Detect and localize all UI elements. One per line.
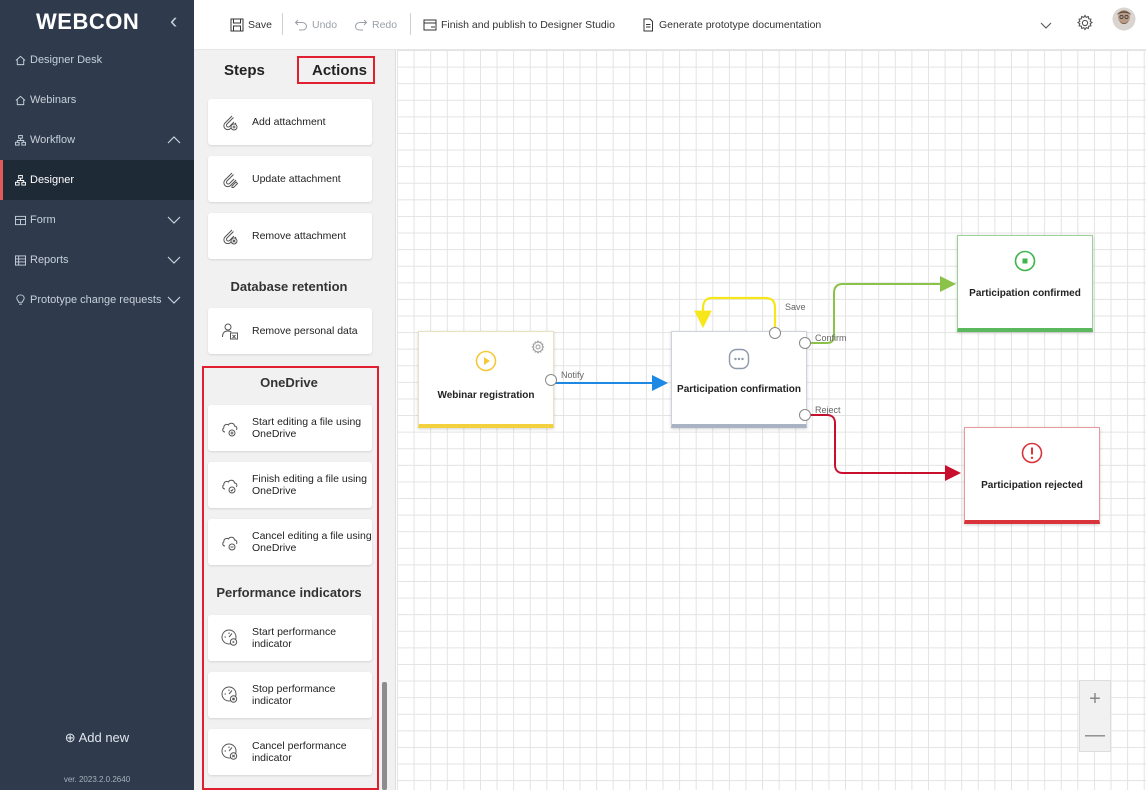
save-label: Save	[248, 19, 272, 31]
generate-documentation-button[interactable]: Generate prototype documentation	[641, 17, 821, 33]
sidebar: WEBCON ‹ Designer Desk Webinars Workflow	[0, 0, 194, 790]
remove-attachment-icon	[223, 229, 238, 245]
actions-palette: Steps Actions Add attachment Update atta…	[194, 50, 396, 790]
collapse-sidebar-icon[interactable]: ‹	[170, 10, 177, 32]
chevron-down-icon[interactable]	[166, 292, 182, 308]
user-avatar[interactable]	[1112, 7, 1136, 31]
sidebar-item-prototype-change-requests[interactable]: Prototype change requests	[0, 280, 194, 320]
sidebar-item-reports[interactable]: Reports	[0, 240, 194, 280]
add-new-button[interactable]: ⊕ Add new	[0, 730, 194, 746]
cloud-check-icon	[222, 479, 238, 494]
reports-icon	[14, 254, 26, 266]
sidebar-item-label: Webinars	[30, 94, 77, 106]
chevron-up-icon[interactable]	[166, 132, 182, 148]
publish-icon	[423, 19, 437, 31]
undo-icon	[294, 19, 308, 31]
start-performance-indicator-action[interactable]: Start performance indicator	[208, 615, 372, 661]
logo-row: WEBCON ‹	[0, 0, 194, 44]
gauge-cancel-icon	[221, 743, 238, 760]
path-handle	[769, 327, 781, 339]
section-onedrive: OneDrive	[260, 375, 318, 390]
home-icon	[14, 94, 26, 106]
cancel-performance-indicator-action[interactable]: Cancel performance indicator	[208, 729, 372, 775]
sidebar-item-designer-desk[interactable]: Designer Desk	[0, 40, 194, 80]
save-icon	[230, 18, 244, 32]
sidebar-item-label: Designer Desk	[30, 54, 103, 66]
action-label: Start editing a file using OneDrive	[252, 416, 362, 440]
publish-label: Finish and publish to Designer Studio	[441, 19, 615, 31]
chevron-down-icon[interactable]	[166, 252, 182, 268]
sidebar-item-webinars[interactable]: Webinars	[0, 80, 194, 120]
app-root: WEBCON ‹ Designer Desk Webinars Workflow	[0, 0, 1146, 790]
path-handle	[545, 374, 557, 386]
designer-canvas[interactable]: Notify Save Confirm Reject Webinar regis…	[397, 50, 1146, 790]
gauge-stop-icon	[221, 686, 238, 703]
path-handle	[799, 337, 811, 349]
chevron-down-icon[interactable]	[166, 212, 182, 228]
action-label: Remove attachment	[252, 230, 346, 242]
zoom-controls: + —	[1079, 680, 1111, 752]
action-label: Remove personal data	[252, 325, 358, 337]
settings-gear-icon[interactable]	[1076, 14, 1094, 31]
zoom-in-button[interactable]: +	[1080, 681, 1110, 717]
remove-personal-data-action[interactable]: Remove personal data	[208, 308, 372, 354]
sidebar-item-form[interactable]: Form	[0, 200, 194, 240]
sidebar-item-workflow[interactable]: Workflow	[0, 120, 194, 160]
remove-attachment-action[interactable]: Remove attachment	[208, 213, 372, 259]
finish-editing-onedrive-action[interactable]: Finish editing a file using OneDrive	[208, 462, 372, 508]
undo-button[interactable]: Undo	[294, 17, 337, 33]
action-label: Stop performance indicator	[252, 683, 336, 707]
form-icon	[14, 214, 26, 226]
cloud-remove-icon	[222, 536, 238, 551]
redo-label: Redo	[372, 19, 398, 31]
palette-scrollbar[interactable]	[382, 682, 387, 790]
remove-personal-data-icon	[222, 323, 238, 340]
chevron-down-icon[interactable]	[1039, 17, 1053, 33]
start-editing-onedrive-action[interactable]: Start editing a file using OneDrive	[208, 405, 372, 451]
update-attachment-icon	[223, 172, 239, 188]
toolbar-divider	[410, 13, 411, 35]
section-database-retention: Database retention	[230, 279, 348, 294]
sidebar-item-label: Designer	[30, 174, 75, 186]
finish-and-publish-button[interactable]: Finish and publish to Designer Studio	[423, 17, 615, 33]
stop-performance-indicator-action[interactable]: Stop performance indicator	[208, 672, 372, 718]
add-attachment-action[interactable]: Add attachment	[208, 99, 372, 145]
tab-steps[interactable]: Steps	[224, 62, 265, 79]
path-handle	[799, 409, 811, 421]
action-label: Start performance indicator	[252, 626, 337, 650]
lightbulb-icon	[14, 294, 26, 306]
sidebar-item-label: Form	[30, 214, 56, 226]
gauge-play-icon	[221, 629, 238, 646]
section-performance-indicators: Performance indicators	[216, 585, 362, 600]
sidebar-item-designer[interactable]: Designer	[0, 160, 194, 200]
action-label: Cancel performance indicator	[252, 740, 347, 764]
redo-button[interactable]: Redo	[354, 17, 397, 33]
action-label: Update attachment	[252, 173, 341, 185]
home-icon	[14, 54, 26, 66]
action-label: Cancel editing a file using OneDrive	[252, 530, 372, 554]
actions-tab-highlight	[297, 56, 375, 84]
sidebar-item-label: Reports	[30, 254, 69, 266]
documentation-label: Generate prototype documentation	[659, 19, 822, 31]
cancel-editing-onedrive-action[interactable]: Cancel editing a file using OneDrive	[208, 519, 372, 565]
cloud-add-icon	[222, 422, 238, 437]
toolbar-divider	[282, 13, 283, 35]
webcon-logo: WEBCON	[36, 9, 140, 34]
update-attachment-action[interactable]: Update attachment	[208, 156, 372, 202]
save-button[interactable]: Save	[230, 17, 272, 33]
undo-label: Undo	[312, 19, 338, 31]
redo-icon	[354, 19, 368, 31]
workflow-icon	[14, 134, 26, 146]
document-icon	[643, 18, 653, 32]
action-label: Add attachment	[252, 116, 326, 128]
workflow-icon	[14, 174, 26, 186]
version-label: ver. 2023.2.0.2640	[63, 775, 131, 784]
toolbar: Save Undo Redo Finish and publish to Des…	[194, 0, 1146, 50]
sidebar-item-label: Prototype change requests	[30, 294, 162, 306]
zoom-out-button[interactable]: —	[1080, 717, 1110, 753]
sidebar-item-label: Workflow	[30, 134, 76, 146]
path-handles	[545, 327, 811, 421]
add-attachment-icon	[223, 115, 238, 131]
action-label: Finish editing a file using OneDrive	[252, 473, 367, 497]
